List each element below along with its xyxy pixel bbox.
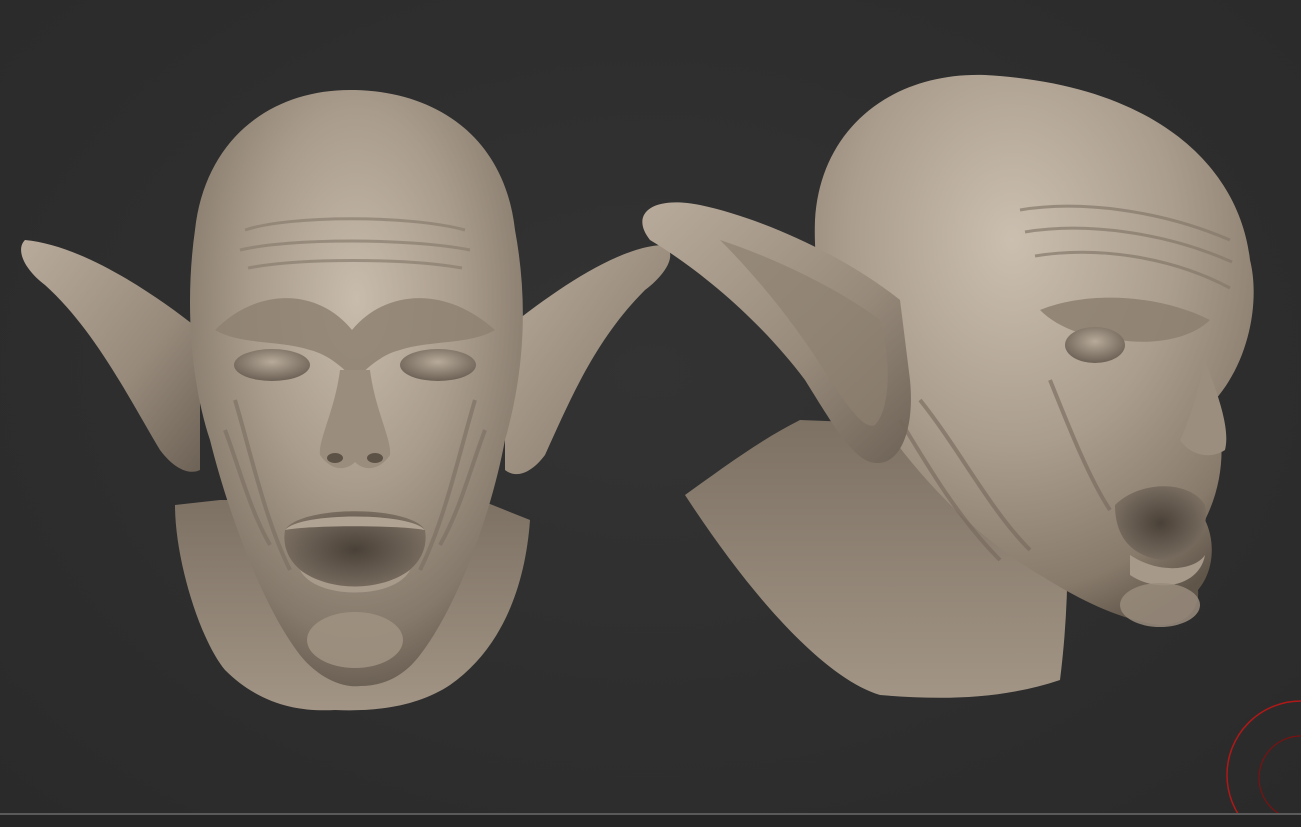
3d-viewport[interactable] — [0, 0, 1301, 827]
goblin-head-front-view[interactable] — [21, 89, 671, 711]
side-eye — [1065, 327, 1125, 363]
front-nostril-right — [367, 453, 383, 463]
goblin-head-three-quarter-view[interactable] — [642, 74, 1254, 698]
viewport-canvas[interactable] — [0, 0, 1301, 827]
viewport-bottom-bar — [0, 815, 1301, 827]
orbit-gizmo-icon[interactable] — [1226, 700, 1301, 827]
front-left-eye — [234, 349, 310, 381]
front-nostril-left — [327, 453, 343, 463]
front-right-ear — [505, 245, 671, 475]
front-chin — [307, 612, 403, 668]
front-right-eye — [400, 349, 476, 381]
front-left-ear — [21, 240, 201, 472]
side-chin — [1120, 583, 1200, 627]
